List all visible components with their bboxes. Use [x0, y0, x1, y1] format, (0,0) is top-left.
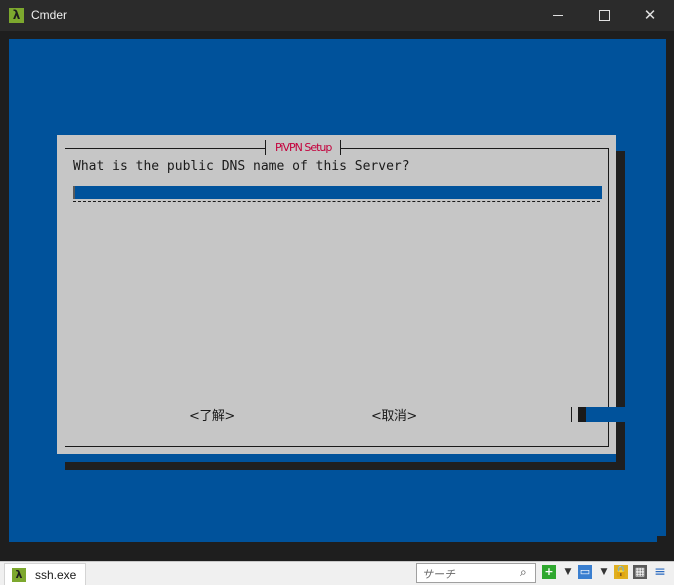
menu-icon[interactable]: ≡	[653, 565, 667, 579]
cursor-bar	[571, 407, 572, 422]
grid-icon[interactable]: ▦	[633, 565, 647, 579]
tab-label: ssh.exe	[35, 568, 77, 582]
dns-name-input[interactable]	[73, 186, 602, 199]
input-underline	[73, 201, 600, 202]
dialog-border-bottom	[65, 446, 608, 447]
selection-highlight	[586, 407, 625, 422]
dialog-shadow-right	[616, 151, 625, 470]
ok-button[interactable]: <了解>	[189, 405, 235, 424]
chevron-down-icon[interactable]: ▼	[597, 565, 611, 579]
minimize-icon	[553, 15, 563, 16]
dialog-prompt: What is the public DNS name of this Serv…	[73, 159, 410, 174]
panel-icon[interactable]: ▭	[578, 565, 592, 579]
pivpn-dialog: PiVPN Setup What is the public DNS name …	[57, 135, 625, 454]
close-button[interactable]: ✕	[627, 0, 673, 31]
console-frame: PiVPN Setup What is the public DNS name …	[0, 31, 674, 561]
new-console-icon[interactable]: +	[542, 565, 556, 579]
close-icon: ✕	[643, 6, 657, 24]
chevron-down-icon[interactable]: ▼	[561, 565, 575, 579]
cancel-button[interactable]: <取消>	[371, 405, 417, 424]
dialog-shadow-corner	[616, 143, 625, 151]
terminal-corner	[657, 536, 666, 542]
lock-icon[interactable]: 🔒	[614, 565, 628, 579]
cmder-logo-icon: λ	[9, 8, 24, 23]
lambda-icon: λ	[12, 568, 26, 582]
terminal-area[interactable]: PiVPN Setup What is the public DNS name …	[9, 39, 666, 542]
dialog-title: PiVPN Setup	[265, 140, 342, 155]
minimize-button[interactable]	[535, 0, 581, 31]
title-bar: λ Cmder ✕	[0, 0, 674, 31]
dialog-border-right	[608, 148, 609, 447]
search-placeholder: サーチ	[422, 568, 455, 581]
maximize-button[interactable]	[581, 0, 627, 31]
cursor-block	[578, 407, 586, 422]
console-tab-ssh[interactable]: λ ssh.exe	[4, 563, 86, 585]
dialog-shadow-bottom	[65, 462, 625, 470]
window-title: Cmder	[31, 8, 68, 22]
search-icon[interactable]: ⌕	[520, 565, 527, 580]
status-bar: λ ssh.exe サーチ ⌕ + ▼ ▭ ▼ 🔒 ▦ ≡	[0, 561, 674, 585]
search-input[interactable]: サーチ ⌕	[416, 563, 536, 583]
maximize-icon	[598, 10, 610, 21]
